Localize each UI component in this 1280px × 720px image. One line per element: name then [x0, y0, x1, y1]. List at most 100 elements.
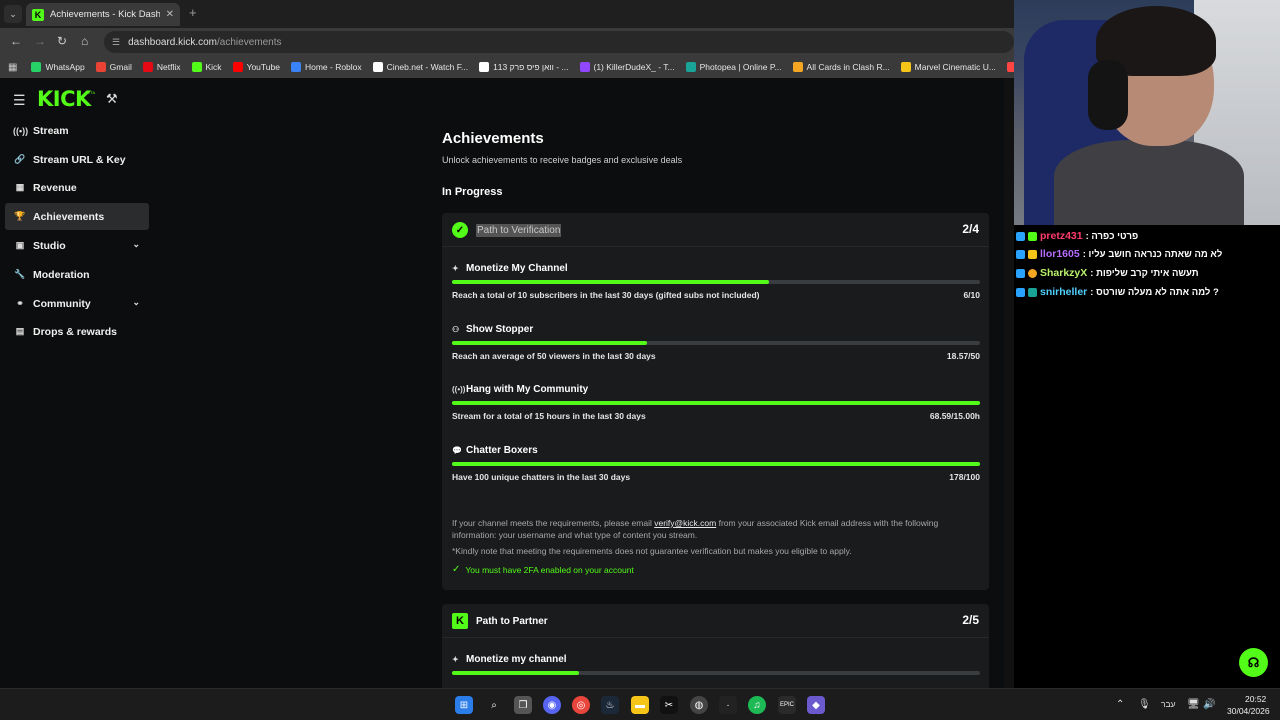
kick-logo[interactable]: KICK [37, 87, 91, 111]
app-icon[interactable]: · [719, 696, 737, 714]
bookmark-label: Marvel Cinematic U... [914, 62, 996, 72]
achievement-description: Have 100 unique chatters in the last 30 … [452, 472, 631, 482]
bookmark-item[interactable]: Netflix [142, 62, 181, 72]
verify-email-link[interactable]: verify@kick.com [654, 518, 716, 528]
page-subtitle: Unlock achievements to receive badges an… [442, 155, 683, 165]
chat-message: snirheller : למה אתה לא מעלה שורטס ? [1016, 283, 1219, 301]
bookmark-favicon-icon [232, 62, 243, 72]
app-icon[interactable]: ◆ [807, 696, 825, 714]
bookmark-item[interactable]: Home - Roblox [290, 62, 362, 72]
note-text: If your channel meets the requirements, … [452, 518, 655, 528]
users-icon: ⚇ [452, 325, 460, 334]
bookmark-item[interactable]: All Cards in Clash R... [792, 62, 890, 72]
community-icon: ⚭ [16, 298, 24, 308]
sidebar-item-stream-url-key[interactable]: 🔗 Stream URL & Key [5, 146, 149, 173]
sidebar-item-label: Stream [33, 124, 69, 137]
bookmark-item[interactable]: Kick [191, 62, 222, 72]
url-domain: dashboard.kick.com [128, 36, 218, 48]
studio-icon: ▣ [15, 240, 25, 250]
capcut-icon[interactable]: ✂ [660, 696, 678, 714]
tray-expand-icon[interactable]: ⌃ [1116, 699, 1124, 710]
achievement-item: ✦ Monetize my channel [452, 654, 980, 688]
bookmark-item[interactable]: Photopea | Online P... [685, 62, 782, 72]
bookmark-label: Netflix [156, 62, 181, 72]
sidebar-item-drops-rewards[interactable]: ▤ Drops & rewards [5, 318, 149, 345]
bookmark-item[interactable]: Gmail [95, 62, 132, 72]
sidebar-item-studio[interactable]: ▣ Studio ⌄ [5, 232, 149, 259]
bookmark-label: Home - Roblox [304, 62, 362, 72]
hammer-icon[interactable]: ⚒ [106, 91, 118, 107]
progress-bar [452, 671, 980, 675]
sparkle-icon: ✦ [452, 264, 459, 273]
achievement-description: Stream for a total of 15 hours in the la… [452, 411, 646, 421]
clock-date[interactable]: 30/04/2026 [1227, 706, 1270, 716]
verified-badge-icon: ✓ [452, 222, 468, 238]
bookmark-item[interactable]: WhatsApp [31, 62, 85, 72]
language-indicator[interactable]: עבר [1161, 699, 1176, 709]
bookmark-item[interactable]: YouTube [232, 62, 280, 72]
bookmark-label: YouTube [246, 62, 280, 72]
card-header: ✓ Path to Verification [452, 221, 562, 239]
bookmark-item[interactable]: וואן פיס פרק 113 - ... [479, 62, 569, 72]
url-input[interactable]: ☰ dashboard.kick.com/achievements [104, 31, 1014, 53]
sparkle-icon: ✦ [452, 655, 459, 664]
tab-search-icon[interactable]: ⌄ [4, 5, 22, 23]
start-icon[interactable]: ⊞ [455, 696, 473, 714]
close-tab-icon[interactable]: ✕ [166, 9, 174, 20]
chrome-icon[interactable]: ◎ [572, 696, 590, 714]
back-icon[interactable]: ← [10, 34, 22, 48]
achievement-item: ⚇ Show Stopper Reach an average of 50 vie… [452, 324, 980, 374]
microphone-icon[interactable]: 🎙 [1138, 699, 1151, 710]
browser-tab[interactable]: K Achievements - Kick Dashboard ✕ [26, 3, 180, 26]
bookmark-label: Cineb.net - Watch F... [386, 62, 469, 72]
achievement-card-partner: K Path to Partner 2/5 ✦ Monetize my chann… [442, 604, 989, 688]
sidebar-item-community[interactable]: ⚭ Community ⌄ [5, 290, 149, 317]
support-chat-button[interactable]: ☊ [1239, 648, 1268, 677]
kick-badge-icon: K [452, 613, 468, 629]
verification-disclaimer: *Kindly note that meeting the requiremen… [452, 546, 852, 556]
bookmark-item[interactable]: Cineb.net - Watch F... [372, 62, 469, 72]
chat-message: pretz431 : פרטי כפרה [1016, 227, 1138, 245]
sidebar-item-label: Studio [33, 239, 66, 252]
section-title-in-progress: In Progress [442, 186, 503, 198]
achievement-title: Chatter Boxers [466, 445, 538, 456]
discord-icon[interactable]: ◉ [543, 696, 561, 714]
apps-grid-icon[interactable]: ▦ [8, 62, 17, 73]
bookmark-label: Photopea | Online P... [699, 62, 782, 72]
search-icon[interactable]: ⌕ [485, 696, 503, 714]
site-info-icon[interactable]: ☰ [112, 37, 120, 48]
sidebar-item-stream[interactable]: ((•)) Stream [5, 117, 149, 144]
broadcast-icon: ((•)) [452, 385, 466, 394]
clock-time[interactable]: 20:52 [1245, 694, 1266, 704]
sidebar-item-moderation[interactable]: 🔧 Moderation [5, 261, 149, 288]
spotify-icon[interactable]: ♫ [748, 696, 766, 714]
bookmarks-bar: ▦ WhatsApp Gmail Netflix Kick YouTube Home - … [0, 56, 1014, 78]
divider [442, 637, 989, 638]
sidebar-item-achievements[interactable]: 🏆 Achievements [5, 203, 149, 230]
obs-icon[interactable]: ◍ [690, 696, 708, 714]
achievement-item: 💬 Chatter Boxers Have 100 unique chatters… [452, 445, 980, 495]
steam-icon[interactable]: ♨ [601, 696, 619, 714]
webcam-feed [1014, 0, 1280, 225]
divider [442, 246, 989, 247]
bookmark-item[interactable]: Aim [1006, 62, 1014, 72]
bookmark-item[interactable]: (1) KillerDudeX_ - T... [579, 62, 675, 72]
sidebar-item-revenue[interactable]: ▦ Revenue [5, 174, 149, 201]
bookmark-favicon-icon [900, 62, 911, 72]
reload-icon[interactable]: ↻ [57, 34, 67, 48]
volume-icon[interactable]: 🔊 [1203, 699, 1215, 710]
page-scrollbar[interactable] [1004, 78, 1014, 688]
menu-icon[interactable]: ☰ [13, 92, 26, 109]
home-icon[interactable]: ⌂ [81, 34, 88, 48]
bookmark-item[interactable]: Marvel Cinematic U... [900, 62, 996, 72]
forward-icon[interactable]: → [34, 34, 46, 48]
achievement-title: Monetize My Channel [466, 263, 568, 274]
epic-games-icon[interactable]: EPIC [778, 696, 796, 714]
file-explorer-icon[interactable]: ▬ [631, 696, 649, 714]
chevron-down-icon[interactable]: ⌄ [132, 297, 140, 308]
network-icon[interactable]: 🖥 [1187, 699, 1200, 710]
new-tab-icon[interactable]: + [189, 5, 197, 20]
bookmark-favicon-icon [372, 62, 383, 72]
chevron-down-icon[interactable]: ⌄ [132, 239, 140, 250]
task-view-icon[interactable]: ❐ [514, 696, 532, 714]
